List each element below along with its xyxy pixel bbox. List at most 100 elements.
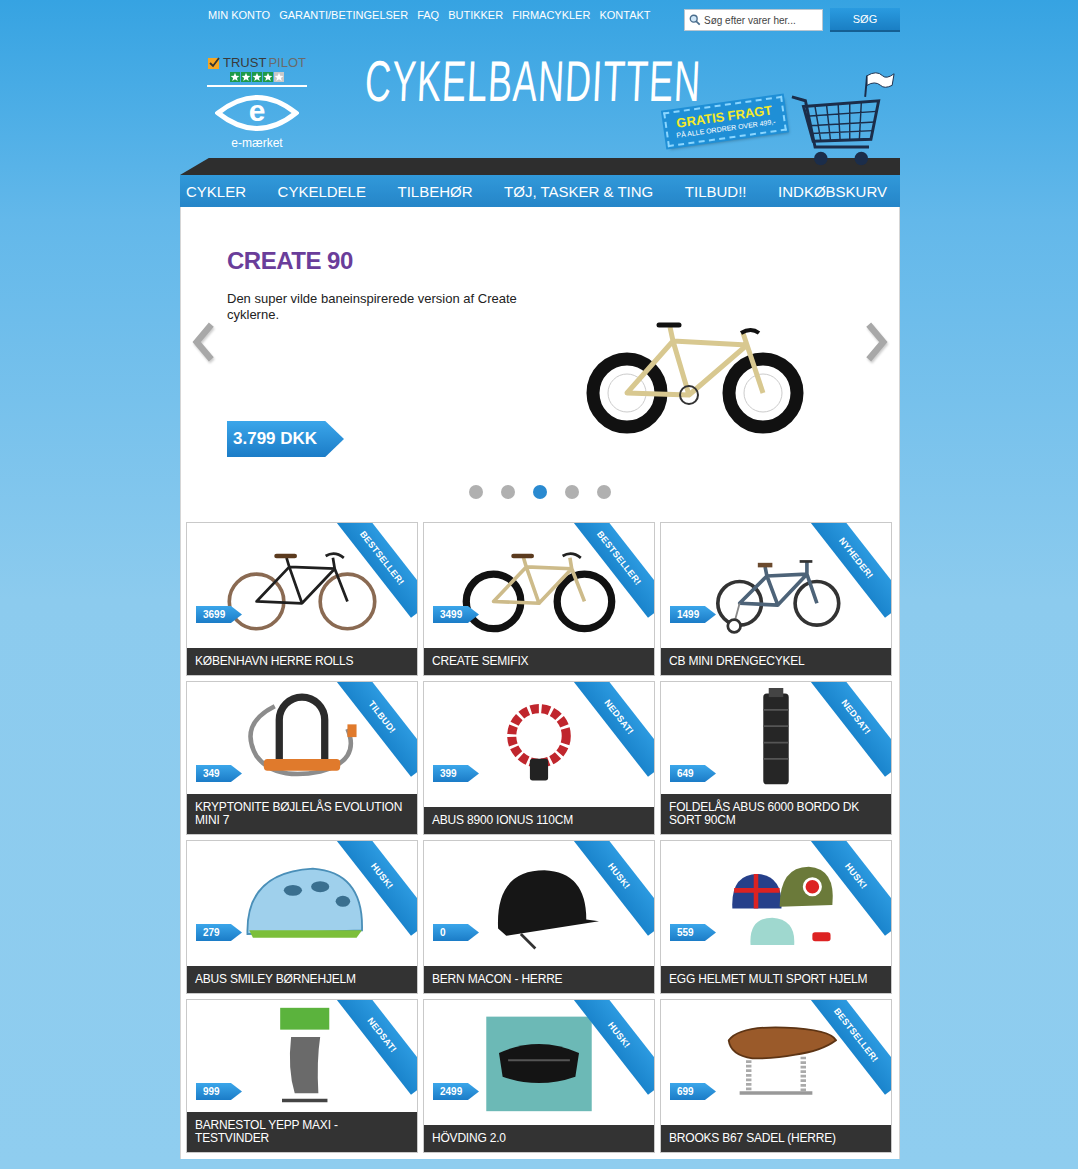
nav-roof [180, 158, 900, 175]
slide-price[interactable]: 3.799 DKK [227, 421, 344, 457]
nav-item[interactable]: CYKELDELE [278, 183, 366, 200]
slider-dot[interactable] [597, 485, 611, 499]
product-name: ABUS 8900 IONUS 110CM [424, 807, 654, 834]
price-tag: 0 [433, 924, 479, 941]
price-tag: 999 [196, 1083, 242, 1100]
magnifier-icon [689, 14, 701, 26]
price-tag: 349 [196, 765, 242, 782]
product-name: CREATE SEMIFIX [424, 648, 654, 675]
star [230, 72, 240, 82]
product-name: FOLDELÅS ABUS 6000 BORDO DK SORT 90CM [661, 794, 891, 834]
product-name: BARNESTOL YEPP MAXI - TESTVINDER [187, 1112, 417, 1152]
product-ribbon: NEDSAT! [331, 1000, 417, 1095]
price-tag: 399 [433, 765, 479, 782]
product-image-area: BESTSELLER!699 [661, 1000, 891, 1125]
star-icon [263, 72, 273, 82]
top-link[interactable]: FIRMACYKLER [512, 8, 590, 22]
slide-text: CREATE 90 Den super vilde baneinspirerede… [227, 207, 537, 477]
star [263, 72, 273, 82]
slider-dots [181, 477, 899, 507]
star-icon [230, 72, 240, 82]
price-tag: 649 [670, 765, 716, 782]
top-link[interactable]: MIN KONTO [208, 8, 270, 22]
product-card[interactable]: BESTSELLER!699BROOKS B67 SADEL (HERRE) [660, 999, 892, 1153]
top-bar: MIN KONTO GARANTI/BETINGELSER FAQ BUTIKKER F… [180, 0, 900, 40]
product-card[interactable]: TILBUD!349KRYPTONITE BØJLELÅS EVOLUTION … [186, 681, 418, 835]
search-input[interactable] [704, 15, 818, 26]
product-card[interactable]: HUSK!0BERN MACON - HERRE [423, 840, 655, 994]
shopping-cart-icon[interactable] [790, 68, 896, 174]
product-name: BERN MACON - HERRE [424, 966, 654, 993]
star [241, 72, 251, 82]
top-link[interactable]: BUTIKKER [448, 8, 503, 22]
product-card[interactable]: NYHEDER!1499CB MINI DRENGECYKEL [660, 522, 892, 676]
product-name: HÖVDING 2.0 [424, 1125, 654, 1152]
product-grid: BESTSELLER!3699KØBENHAVN HERRE ROLLSBEST… [181, 507, 899, 1153]
e-maerket[interactable]: ee-mærket [215, 90, 299, 150]
product-card[interactable]: NEDSAT! 999 BARNESTOL YEPP MAXI - TESTVIND… [186, 999, 418, 1153]
product-image-area: HUSK!559 [661, 841, 891, 966]
product-image-area: HUSK!0 [424, 841, 654, 966]
product-image-area: BESTSELLER!3499 [424, 523, 654, 648]
price-tag: 2499 [433, 1083, 479, 1100]
star-icon [274, 72, 284, 82]
product-name: KRYPTONITE BØJLELÅS EVOLUTION MINI 7 [187, 794, 417, 834]
product-image-area: HUSK!279 [187, 841, 417, 966]
product-ribbon: NEDSAT! [805, 682, 891, 777]
rating-stars [230, 72, 284, 82]
product-name: EGG HELMET MULTI SPORT HJELM [661, 966, 891, 993]
star-icon [252, 72, 262, 82]
header: TRUSTPILOTee-mærketCYKELBANDITTENGRATIS … [180, 40, 900, 158]
chevron-right-icon [863, 321, 889, 363]
search: SØG [684, 8, 900, 32]
trustpilot[interactable]: TRUSTPILOT [208, 55, 306, 71]
prev-button[interactable] [181, 207, 227, 477]
product-name: BROOKS B67 SADEL (HERRE) [661, 1125, 891, 1152]
slider-dot[interactable] [501, 485, 515, 499]
page: MIN KONTO GARANTI/BETINGELSER FAQ BUTIKKER F… [0, 0, 1078, 1169]
next-button[interactable] [853, 207, 899, 477]
product-card[interactable]: BESTSELLER!3699KØBENHAVN HERRE ROLLS [186, 522, 418, 676]
chevron-left-icon [191, 321, 217, 363]
product-image-area: NEDSAT! 999 [187, 1000, 417, 1112]
check-icon [208, 57, 220, 69]
slider-dot[interactable] [565, 485, 579, 499]
top-link[interactable]: KONTAKT [599, 8, 650, 22]
nav-item[interactable]: TØJ, TASKER & TING [504, 183, 653, 200]
site: MIN KONTO GARANTI/BETINGELSER FAQ BUTIKKER F… [180, 0, 900, 1159]
product-card[interactable]: HUSK!2499HÖVDING 2.0 [423, 999, 655, 1153]
nav-item[interactable]: TILBUD!! [685, 183, 747, 200]
top-links: MIN KONTO GARANTI/BETINGELSER FAQ BUTIKKER F… [208, 8, 651, 22]
nav-item[interactable]: TILBEHØR [398, 183, 473, 200]
slide-image[interactable] [537, 207, 853, 477]
slide-title: CREATE 90 [227, 247, 537, 275]
star [252, 72, 262, 82]
product-ribbon: NEDSAT! [568, 682, 654, 777]
top-link[interactable]: GARANTI/BETINGELSER [279, 8, 408, 22]
product-card[interactable]: BESTSELLER!3499CREATE SEMIFIX [423, 522, 655, 676]
product-image-area: NEDSAT! 649 [661, 682, 891, 794]
product-image-area: HUSK!2499 [424, 1000, 654, 1125]
top-link[interactable]: FAQ [417, 8, 439, 22]
nav-item[interactable]: CYKLER [186, 183, 246, 200]
main-nav: CYKLER CYKELDELE TILBEHØR TØJ, TASKER & TIN… [180, 175, 900, 207]
slide-description: Den super vilde baneinspirerede version … [227, 291, 517, 323]
product-card[interactable]: NEDSAT! 399 ABUS 8900 IONUS 110CM [423, 681, 655, 835]
slider: CREATE 90 Den super vilde baneinspirerede… [181, 207, 899, 477]
product-card[interactable]: NEDSAT! 649 FOLDELÅS ABUS 6000 BORDO DK SO… [660, 681, 892, 835]
logo[interactable]: CYKELBANDITTEN [364, 50, 703, 114]
product-card[interactable]: HUSK!279ABUS SMILEY BØRNEHJELM [186, 840, 418, 994]
product-image-area: NEDSAT! 399 [424, 682, 654, 807]
product-image-area: NYHEDER!1499 [661, 523, 891, 648]
product-name: CB MINI DRENGECYKEL [661, 648, 891, 675]
price-tag: 699 [670, 1083, 716, 1100]
product-image-area: BESTSELLER!3699 [187, 523, 417, 648]
nav-item[interactable]: INDKØBSKURV [778, 183, 887, 200]
slider-dot[interactable] [533, 485, 547, 499]
slider-dot[interactable] [469, 485, 483, 499]
search-button[interactable]: SØG [830, 8, 900, 32]
search-field[interactable] [684, 9, 823, 31]
bike-icon [575, 297, 815, 437]
product-card[interactable]: HUSK!559EGG HELMET MULTI SPORT HJELM [660, 840, 892, 994]
eye-logo: e [215, 90, 299, 136]
